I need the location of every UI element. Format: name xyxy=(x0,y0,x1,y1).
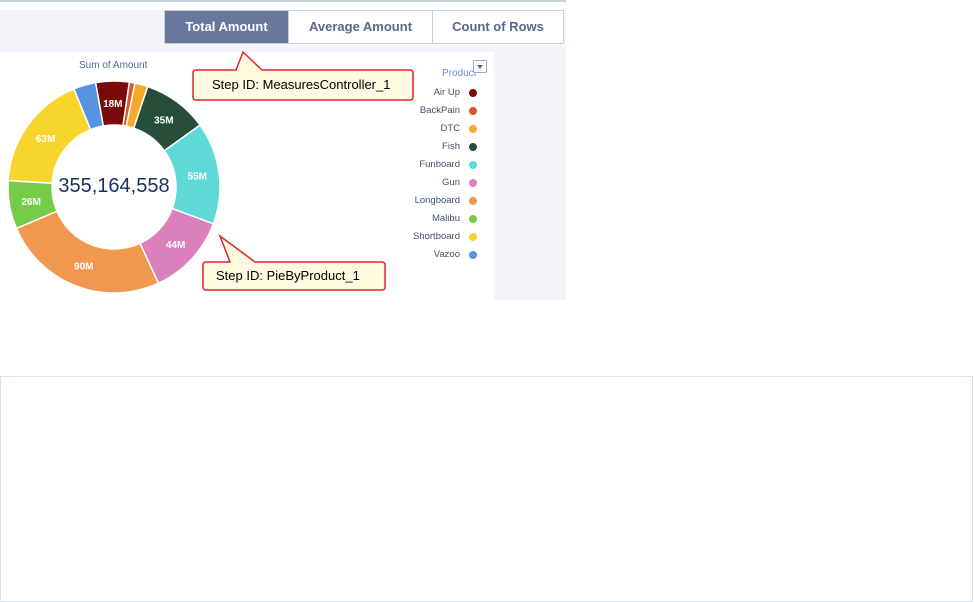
callout-pie-text: Step ID: PieByProduct_1 xyxy=(216,268,360,283)
callout-pie-shape xyxy=(202,233,386,291)
empty-content-frame xyxy=(0,376,973,602)
